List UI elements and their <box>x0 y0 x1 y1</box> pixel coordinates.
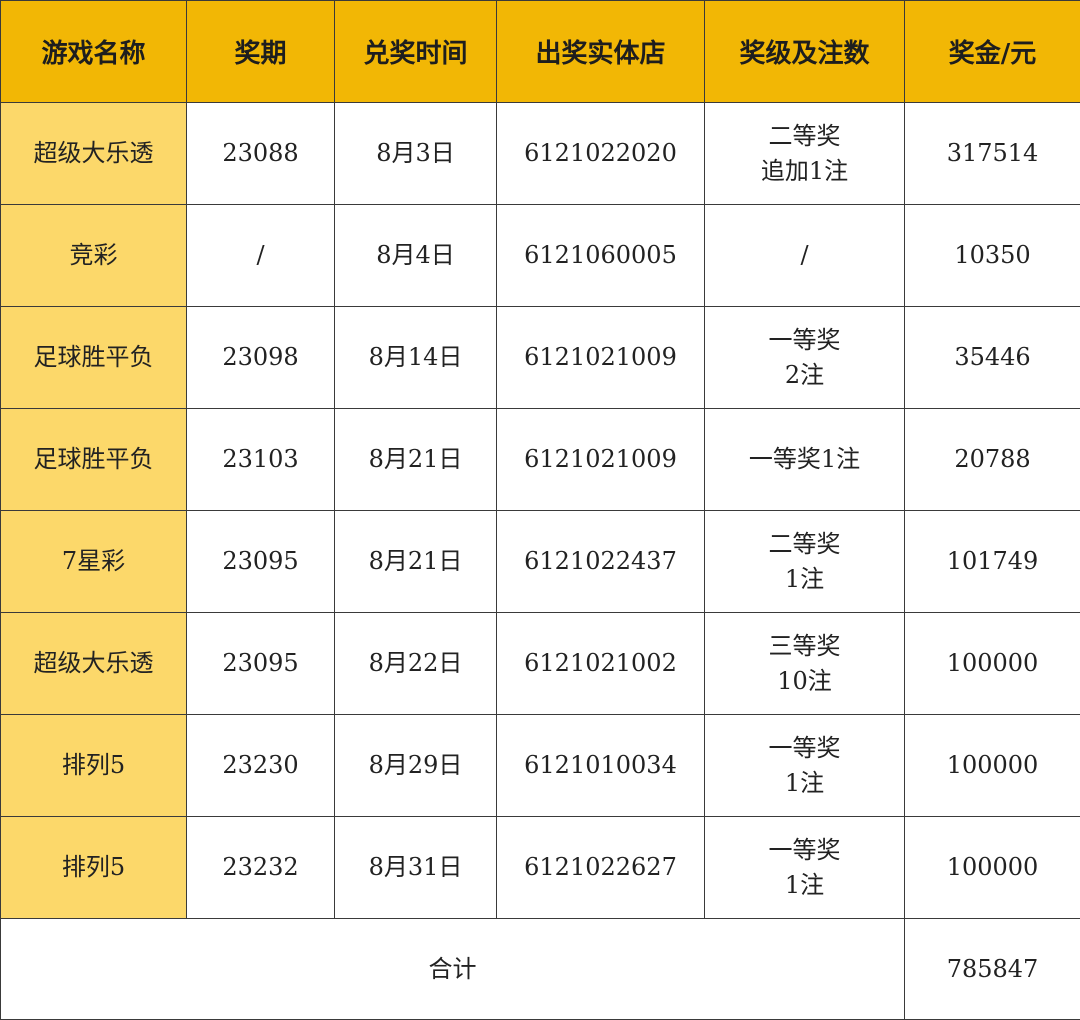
cell-period: 23098 <box>187 307 335 409</box>
total-row: 合计 785847 <box>1 919 1080 1020</box>
prize-level-line: 一等奖 <box>705 323 904 358</box>
cell-store: 6121022627 <box>497 817 705 919</box>
cell-date: 8月29日 <box>335 715 497 817</box>
cell-game: 超级大乐透 <box>1 103 187 205</box>
cell-prize: 20788 <box>905 409 1080 511</box>
header-row: 游戏名称 奖期 兑奖时间 出奖实体店 奖级及注数 奖金/元 <box>1 1 1080 103</box>
cell-prize-level: 一等奖 1注 <box>705 715 905 817</box>
cell-prize-level: 一等奖 1注 <box>705 817 905 919</box>
cell-game: 7星彩 <box>1 511 187 613</box>
cell-store: 6121022437 <box>497 511 705 613</box>
cell-prize-level: 三等奖 10注 <box>705 613 905 715</box>
cell-period: 23230 <box>187 715 335 817</box>
table-row: 超级大乐透 23095 8月22日 6121021002 三等奖 10注 100… <box>1 613 1080 715</box>
prize-level-line: 1注 <box>705 868 904 903</box>
cell-prize: 100000 <box>905 613 1080 715</box>
cell-prize-level: 二等奖 1注 <box>705 511 905 613</box>
prize-level-line: 追加1注 <box>705 154 904 189</box>
prize-level-line: 一等奖1注 <box>705 442 904 477</box>
table-row: 排列5 23232 8月31日 6121022627 一等奖 1注 100000 <box>1 817 1080 919</box>
cell-game: 足球胜平负 <box>1 307 187 409</box>
cell-store: 6121022020 <box>497 103 705 205</box>
cell-store: 6121021002 <box>497 613 705 715</box>
cell-date: 8月22日 <box>335 613 497 715</box>
cell-store: 6121010034 <box>497 715 705 817</box>
cell-period: 23103 <box>187 409 335 511</box>
prize-level-line: 一等奖 <box>705 833 904 868</box>
header-store: 出奖实体店 <box>497 1 705 103</box>
cell-date: 8月14日 <box>335 307 497 409</box>
cell-prize-level: 一等奖1注 <box>705 409 905 511</box>
total-value: 785847 <box>905 919 1080 1020</box>
cell-prize-level: / <box>705 205 905 307</box>
table-row: 7星彩 23095 8月21日 6121022437 二等奖 1注 101749 <box>1 511 1080 613</box>
cell-date: 8月21日 <box>335 511 497 613</box>
cell-game: 排列5 <box>1 817 187 919</box>
cell-period: 23095 <box>187 511 335 613</box>
prize-level-line: 二等奖 <box>705 527 904 562</box>
cell-date: 8月31日 <box>335 817 497 919</box>
cell-game: 竞彩 <box>1 205 187 307</box>
table-row: 足球胜平负 23103 8月21日 6121021009 一等奖1注 20788 <box>1 409 1080 511</box>
header-prize-amount: 奖金/元 <box>905 1 1080 103</box>
header-prize-level: 奖级及注数 <box>705 1 905 103</box>
cell-date: 8月4日 <box>335 205 497 307</box>
cell-date: 8月3日 <box>335 103 497 205</box>
cell-prize: 35446 <box>905 307 1080 409</box>
prize-level-line: 2注 <box>705 358 904 393</box>
cell-date: 8月21日 <box>335 409 497 511</box>
prize-level-line: 二等奖 <box>705 119 904 154</box>
header-redeem-date: 兑奖时间 <box>335 1 497 103</box>
table-row: 竞彩 / 8月4日 6121060005 / 10350 <box>1 205 1080 307</box>
prize-level-line: 1注 <box>705 562 904 597</box>
prize-level-line: 一等奖 <box>705 731 904 766</box>
table-row: 足球胜平负 23098 8月14日 6121021009 一等奖 2注 3544… <box>1 307 1080 409</box>
cell-period: 23088 <box>187 103 335 205</box>
cell-store: 6121021009 <box>497 409 705 511</box>
cell-prize: 100000 <box>905 817 1080 919</box>
header-game-name: 游戏名称 <box>1 1 187 103</box>
cell-period: 23095 <box>187 613 335 715</box>
cell-period: 23232 <box>187 817 335 919</box>
table-row: 排列5 23230 8月29日 6121010034 一等奖 1注 100000 <box>1 715 1080 817</box>
prize-level-line: / <box>705 238 904 273</box>
prize-level-line: 10注 <box>705 664 904 699</box>
cell-game: 足球胜平负 <box>1 409 187 511</box>
cell-prize: 10350 <box>905 205 1080 307</box>
prize-level-line: 三等奖 <box>705 629 904 664</box>
prize-table: 游戏名称 奖期 兑奖时间 出奖实体店 奖级及注数 奖金/元 超级大乐透 2308… <box>0 0 1080 1020</box>
cell-prize: 100000 <box>905 715 1080 817</box>
table-row: 超级大乐透 23088 8月3日 6121022020 二等奖 追加1注 317… <box>1 103 1080 205</box>
cell-store: 6121021009 <box>497 307 705 409</box>
cell-game: 超级大乐透 <box>1 613 187 715</box>
prize-level-line: 1注 <box>705 766 904 801</box>
cell-prize-level: 二等奖 追加1注 <box>705 103 905 205</box>
cell-store: 6121060005 <box>497 205 705 307</box>
total-label: 合计 <box>1 919 905 1020</box>
cell-period: / <box>187 205 335 307</box>
cell-game: 排列5 <box>1 715 187 817</box>
cell-prize: 101749 <box>905 511 1080 613</box>
cell-prize-level: 一等奖 2注 <box>705 307 905 409</box>
header-period: 奖期 <box>187 1 335 103</box>
cell-prize: 317514 <box>905 103 1080 205</box>
